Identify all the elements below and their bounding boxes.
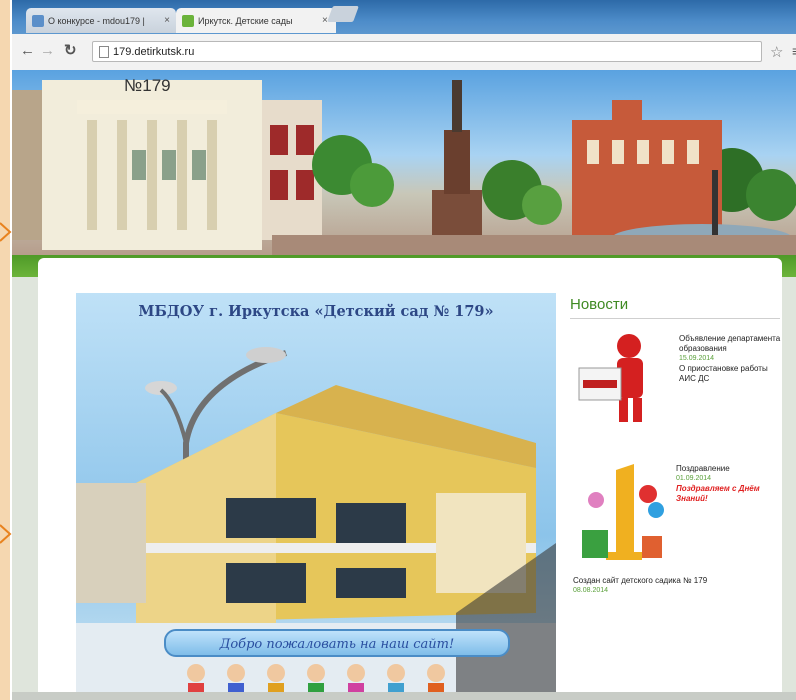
news-item-2[interactable]: Поздравление 01.09.2014 Поздравляем с Дн… [676,464,784,504]
hero-title: МБДОУ г. Иркутска «Детский сад № 179» [138,303,494,320]
news-divider [570,318,780,319]
tab-label: О конкурсе - mdou179 | [48,15,145,26]
knowledge-day-icon [576,460,668,566]
news-item-3[interactable]: Создан сайт детского садика № 179 08.08.… [573,576,783,596]
left-decoration [0,0,10,700]
tab-irkutsk[interactable]: Иркутск. Детские сады × [176,8,336,33]
tab-label: Иркутск. Детские сады [198,15,293,26]
news-item-text: Поздравляем с Днём Знаний! [676,484,760,503]
page-icon [99,45,109,58]
tab-konkurs[interactable]: О конкурсе - mdou179 | × [26,8,176,33]
menu-icon[interactable]: ≡ [792,43,796,59]
announcement-figure-icon [573,328,671,428]
chevron-right-icon [0,524,12,544]
back-arrow-icon[interactable]: ← [20,43,35,59]
news-item-date: 01.09.2014 [676,475,712,482]
page-bottom-bar [12,692,796,700]
news-item-title[interactable]: Поздравление [676,464,784,474]
news-item-text: О приостановке работы АИС ДС [679,364,768,383]
address-bar[interactable]: 179.detirkutsk.ru [92,41,762,62]
tab-favicon-icon [182,14,194,27]
news-image-2[interactable] [576,460,668,566]
reload-icon[interactable]: ↻ [64,43,77,59]
main-content: МБДОУ г. Иркутска «Детский сад № 179» До… [38,258,782,700]
news-image-1[interactable] [573,328,671,428]
news-item-title[interactable]: Создан сайт детского садика № 179 [573,576,783,586]
chevron-right-icon [0,222,12,242]
bookmark-star-icon[interactable]: ☆ [770,43,783,61]
banner-illustration [12,80,796,260]
tab-favicon-icon [32,14,44,27]
browser-toolbar: ← → ↻ 179.detirkutsk.ru ☆ ≡ [12,34,796,71]
web-page: №179 МБДОУ г. Иркутска «Детский сад № 17… [12,70,796,700]
site-banner: №179 [12,70,796,260]
news-item-1[interactable]: Объявление департамента образования 15.0… [679,334,783,384]
news-item-date: 08.08.2014 [573,587,609,594]
site-number: №179 [124,76,171,95]
new-tab-button[interactable] [327,6,359,22]
children-illustration [187,664,445,697]
url-text: 179.detirkutsk.ru [113,45,195,58]
news-heading: Новости [570,296,629,313]
tab-close-icon[interactable]: × [164,15,170,26]
hero-image: МБДОУ г. Иркутска «Детский сад № 179» До… [76,293,556,697]
news-item-title[interactable]: Объявление департамента образования [679,334,783,354]
news-item-date: 15.09.2014 [679,355,715,362]
forward-arrow-icon[interactable]: → [40,43,55,59]
